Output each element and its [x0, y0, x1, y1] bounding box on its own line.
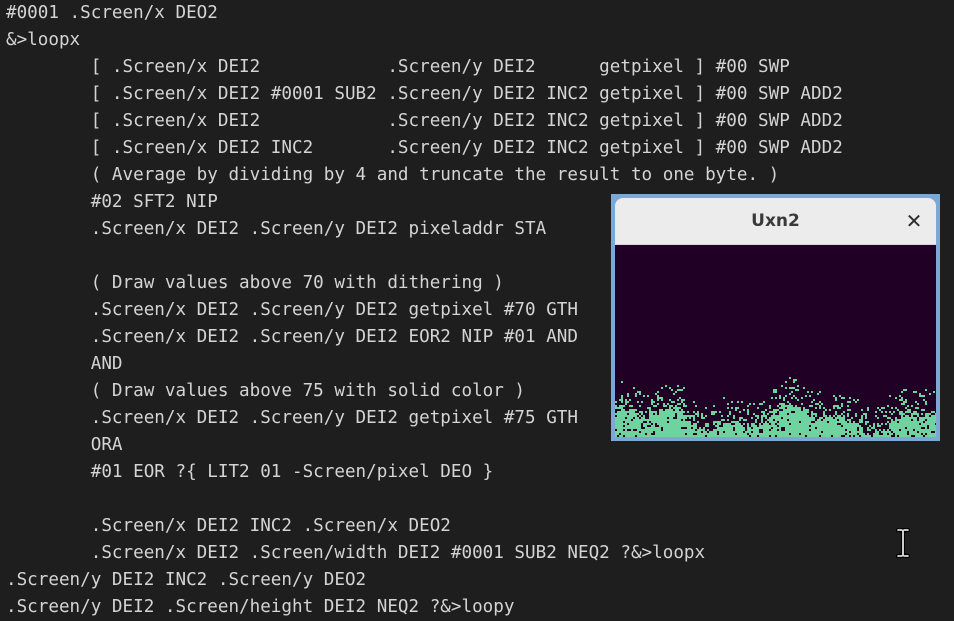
code-line: ( Average by dividing by 4 and truncate …: [6, 165, 780, 185]
code-line: [ .Screen/x DEI2 .Screen/y DEI2 INC2 get…: [6, 111, 843, 131]
code-line: [ .Screen/x DEI2 .Screen/y DEI2 getpixel…: [6, 57, 790, 77]
close-icon[interactable]: ✕: [900, 207, 928, 235]
code-line: [ .Screen/x DEI2 INC2 .Screen/y DEI2 INC…: [6, 138, 843, 158]
code-line: .Screen/y DEI2 INC2 .Screen/y DEO2: [6, 570, 367, 590]
code-line: [ .Screen/x DEI2 #0001 SUB2 .Screen/y DE…: [6, 84, 843, 104]
code-line: .Screen/x DEI2 .Screen/y DEI2 getpixel #…: [6, 300, 578, 320]
code-line: AND: [6, 354, 123, 374]
code-line: .Screen/x DEI2 .Screen/y DEI2 pixeladdr …: [6, 219, 547, 239]
window-titlebar[interactable]: Uxn2 ✕: [615, 198, 936, 245]
code-line: .Screen/x DEI2 .Screen/y DEI2 getpixel #…: [6, 408, 578, 428]
code-line: #01 EOR ?{ LIT2 01 -Screen/pixel DEO }: [6, 462, 494, 482]
text-ibeam-cursor-icon: [895, 528, 911, 558]
code-line: .Screen/x DEI2 INC2 .Screen/x DEO2: [6, 516, 451, 536]
code-line: .Screen/y DEI2 .Screen/height DEI2 NEQ2 …: [6, 597, 515, 617]
code-line: #0001 .Screen/x DEO2: [6, 3, 218, 23]
uxn2-window[interactable]: Uxn2 ✕: [611, 194, 940, 441]
fire-effect-render: [615, 377, 936, 437]
code-line: ORA: [6, 435, 123, 455]
code-line: ( Draw values above 75 with solid color …: [6, 381, 526, 401]
code-line: .Screen/x DEI2 .Screen/y DEI2 EOR2 NIP #…: [6, 327, 578, 347]
code-line: .Screen/x DEI2 .Screen/width DEI2 #0001 …: [6, 543, 706, 563]
window-title: Uxn2: [751, 211, 800, 231]
code-line: ( Draw values above 70 with dithering ): [6, 273, 504, 293]
code-line: &>loopx: [6, 30, 81, 50]
code-line: #02 SFT2 NIP: [6, 192, 218, 212]
screen-canvas[interactable]: [615, 245, 936, 437]
